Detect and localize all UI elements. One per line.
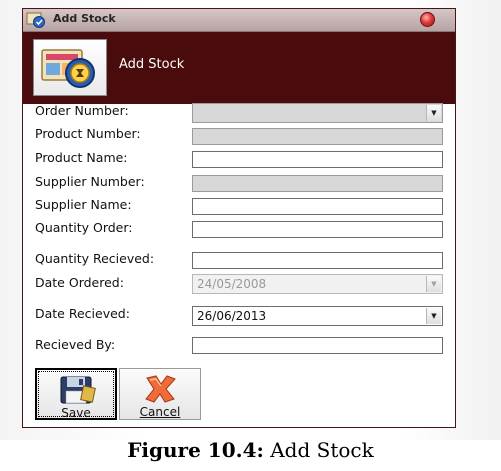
quantity-received-field[interactable] (192, 252, 443, 269)
cancel-button[interactable]: Cancel (119, 368, 201, 420)
save-button[interactable]: Save (35, 368, 117, 420)
order-number-label: Order Number: (35, 103, 129, 118)
dropdown-arrow-icon[interactable]: ▼ (426, 105, 441, 121)
header-icon-frame (33, 39, 107, 96)
supplier-number-field[interactable] (192, 175, 443, 192)
figure-caption: Figure 10.4: Add Stock (0, 438, 501, 462)
date-ordered-value: 24/05/2008 (197, 277, 267, 291)
date-received-label: Date Recieved: (35, 306, 130, 321)
quantity-received-label: Quantity Recieved: (35, 251, 155, 266)
date-received-value: 26/06/2013 (197, 309, 267, 323)
date-ordered-label: Date Ordered: (35, 275, 124, 290)
dropdown-arrow-icon[interactable]: ▼ (426, 276, 441, 292)
order-number-select[interactable]: ▼ (192, 103, 443, 123)
window-title: Add Stock (53, 12, 116, 25)
cancel-x-icon (145, 375, 176, 403)
product-name-label: Product Name: (35, 150, 128, 165)
product-number-label: Product Number: (35, 126, 141, 141)
product-number-field[interactable] (192, 128, 443, 145)
close-icon[interactable] (420, 12, 435, 27)
figure-caption-text: Add Stock (263, 438, 374, 462)
quantity-order-field[interactable] (192, 221, 443, 238)
quantity-order-label: Quantity Order: (35, 220, 133, 235)
supplier-number-label: Supplier Number: (35, 174, 145, 189)
cancel-button-label: Cancel (139, 405, 181, 419)
add-stock-window: Add Stock Add Stock Order Number: ▼ Prod… (22, 8, 456, 428)
received-by-label: Recieved By: (35, 337, 116, 352)
header-title: Add Stock (119, 57, 185, 72)
dropdown-arrow-icon[interactable]: ▼ (426, 308, 441, 324)
date-ordered-picker[interactable]: 24/05/2008 ▼ (192, 274, 443, 294)
date-received-picker[interactable]: 26/06/2013 ▼ (192, 306, 443, 326)
figure-caption-number: Figure 10.4: (127, 438, 264, 462)
title-bar[interactable]: Add Stock (23, 9, 455, 32)
add-stock-icon (26, 12, 45, 28)
add-stock-icon (41, 49, 95, 88)
product-name-field[interactable] (192, 151, 443, 168)
supplier-name-field[interactable] (192, 198, 443, 215)
floppy-disk-icon (60, 376, 96, 404)
header-banner: Add Stock (23, 32, 455, 104)
save-button-label: Save (61, 406, 91, 420)
supplier-name-label: Supplier Name: (35, 197, 132, 212)
received-by-field[interactable] (192, 337, 443, 354)
